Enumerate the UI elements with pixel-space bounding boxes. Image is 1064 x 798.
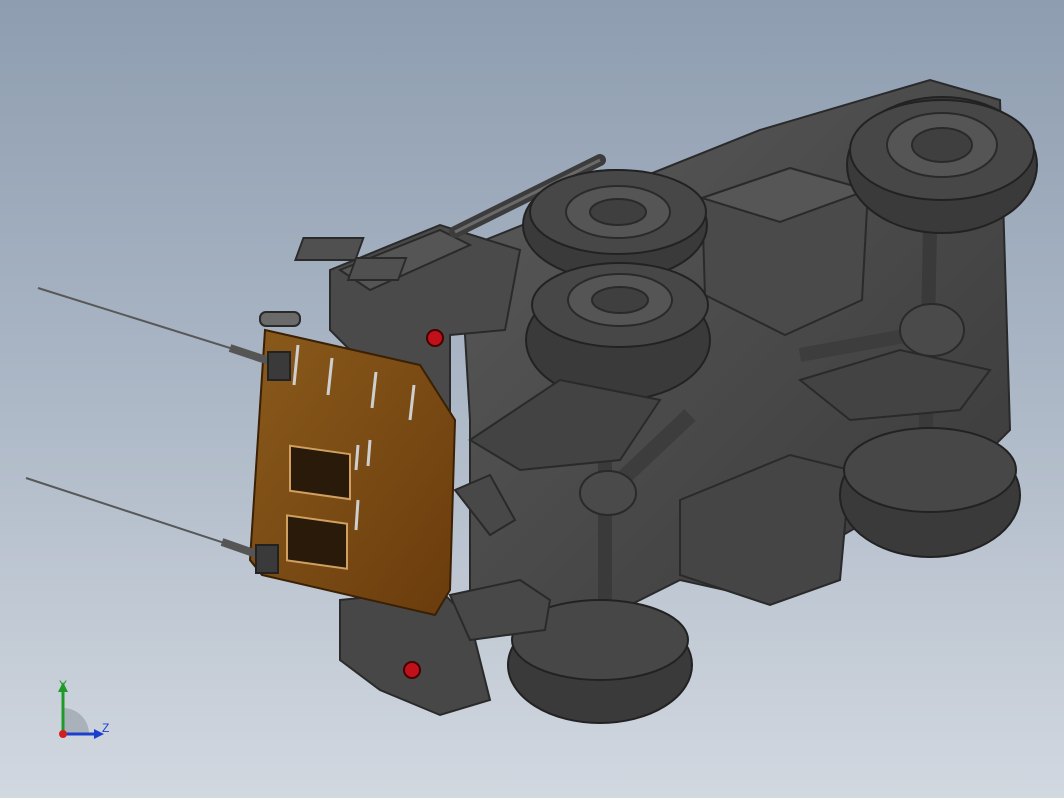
- wheel-rear-lower[interactable]: [839, 427, 1021, 558]
- triad-plane-quadrant: [63, 708, 89, 734]
- deck-box-2[interactable]: [346, 257, 408, 281]
- antenna-upper-base[interactable]: [267, 351, 291, 381]
- panel-window-lower[interactable]: [286, 514, 348, 570]
- cad-viewport[interactable]: Y Z: [0, 0, 1064, 798]
- rear-reflector-upper: [426, 329, 444, 347]
- wheel-rear-upper[interactable]: [846, 96, 1038, 234]
- rear-reflector-lower: [403, 661, 421, 679]
- triad-origin: [59, 730, 67, 738]
- vehicle-model[interactable]: [0, 0, 1064, 798]
- lower-hitch[interactable]: [448, 578, 552, 642]
- wheel-front-middle[interactable]: [525, 262, 711, 401]
- panel-window-upper[interactable]: [289, 444, 351, 501]
- z-axis-label: Z: [102, 721, 110, 735]
- antenna-upper[interactable]: [37, 287, 263, 359]
- rear-pipe-stub: [259, 311, 301, 327]
- differential-front[interactable]: [579, 470, 637, 516]
- y-axis-label: Y: [59, 678, 68, 692]
- deck-box-1[interactable]: [294, 237, 365, 261]
- differential-rear[interactable]: [899, 303, 965, 357]
- antenna-lower-base[interactable]: [255, 544, 279, 574]
- antenna-lower[interactable]: [25, 477, 256, 554]
